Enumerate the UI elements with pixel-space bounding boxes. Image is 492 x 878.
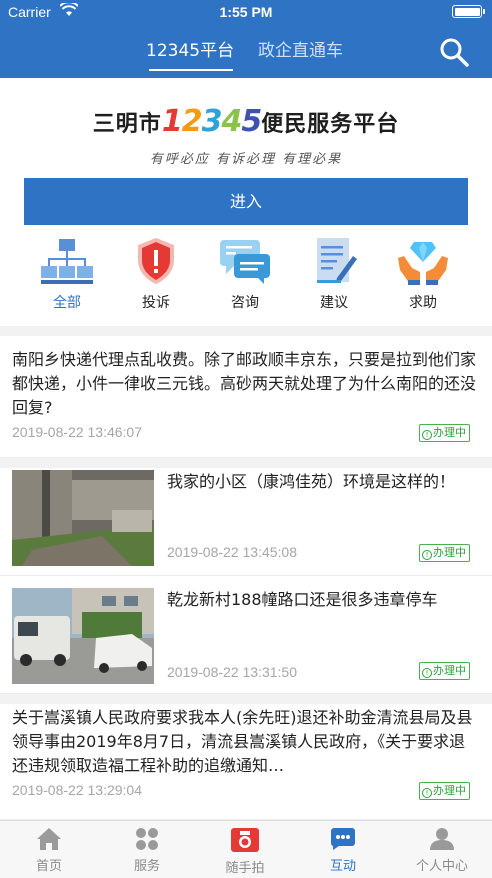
search-icon[interactable] [438,36,470,68]
feed-item-photo [12,470,154,566]
tab-12345[interactable]: 12345平台 [146,36,234,61]
clock-icon: ! [422,550,432,560]
nav-home[interactable]: 首页 [0,827,98,874]
feed-item-date: 2019-08-22 13:45:08 [167,544,297,560]
nav-interact[interactable]: 互动 [294,827,392,874]
battery-icon [452,5,485,18]
category-complaint[interactable]: 投诉 [121,236,191,312]
feed-item[interactable]: 乾龙新村188幢路口还是很多违章停车 2019-08-22 13:31:50 !… [0,576,492,694]
status-badge: ! 办理中 [419,544,470,562]
category-suggest[interactable]: 建议 [299,236,369,312]
feed-item-date: 2019-08-22 13:31:50 [167,664,297,680]
clock-icon: ! [422,430,432,440]
category-label: 咨询 [231,295,259,311]
app-header: Carrier 1:55 PM 12345平台 政企直通车 [0,0,492,78]
clock: 1:55 PM [219,4,273,20]
feed-item-text: 关于嵩溪镇人民政府要求我本人(余先旺)退还补助金清流县局及县领导事由2019年8… [12,708,473,775]
document-pen-icon [317,238,357,283]
nav-snapshot[interactable]: 随手拍 [196,827,294,876]
category-row: 全部 投诉 咨询 建议 求助 [0,236,492,316]
nav-service[interactable]: 服务 [98,827,196,874]
status-badge: ! 办理中 [419,662,470,680]
org-chart-icon [41,239,93,284]
section-divider [0,458,492,468]
status-badge: ! 办理中 [419,782,470,800]
status-badge: ! 办理中 [419,424,470,442]
feed-item[interactable]: 南阳乡快递代理点乱收费。除了邮政顺丰京东，只要是拉到他们家都快递，小件一律收三元… [0,336,492,458]
user-icon [430,828,454,850]
clock-icon: ! [422,668,432,678]
nav-profile[interactable]: 个人中心 [392,827,492,874]
feed-item-date: 2019-08-22 13:29:04 [12,782,142,798]
header-tabs: 12345平台 政企直通车 [0,36,492,71]
home-icon [37,828,61,850]
feed-item-text: 乾龙新村188幢路口还是很多违章停车 [167,590,438,609]
shield-alert-icon [138,238,174,284]
helping-hands-icon [398,242,448,285]
feed-item-text: 我家的小区（康鸿佳苑）环境是这样的！ [167,472,456,491]
category-label: 投诉 [142,295,170,311]
enter-button[interactable]: 进入 [24,178,468,225]
section-divider [0,694,492,704]
category-consult[interactable]: 咨询 [210,236,280,312]
feed-item-date: 2019-08-22 13:46:07 [12,424,142,440]
bottom-nav: 首页 服务 随手拍 互动 个人中心 [0,820,492,878]
feed-item[interactable]: 我家的小区（康鸿佳苑）环境是这样的！ 2019-08-22 13:45:08 !… [0,468,492,576]
feed-item[interactable]: 关于嵩溪镇人民政府要求我本人(余先旺)退还补助金清流县局及县领导事由2019年8… [0,704,492,820]
category-all[interactable]: 全部 [32,236,102,312]
chat-icon [330,828,355,850]
platform-title: 三明市12345便民服务平台 [92,104,400,139]
chat-bubbles-icon [220,240,270,284]
camera-icon [231,828,259,852]
feed-item-text: 南阳乡快递代理点乱收费。除了邮政顺丰京东，只要是拉到他们家都快递，小件一律收三元… [12,350,477,417]
section-divider [0,326,492,336]
platform-banner: 三明市12345便民服务平台 有呼必应 有诉必理 有理必果 [0,78,492,178]
category-label: 建议 [320,295,348,311]
grid-icon [136,828,158,850]
category-help[interactable]: 求助 [388,236,458,312]
category-label: 全部 [53,295,81,311]
clock-icon: ! [422,788,432,798]
feed-item-photo [12,588,154,684]
platform-slogan: 有呼必应 有诉必理 有理必果 [149,152,343,167]
category-label: 求助 [409,295,437,311]
tab-enterprise[interactable]: 政企直通车 [258,36,343,61]
status-bar: Carrier 1:55 PM [0,0,492,24]
active-tab-indicator [149,69,233,71]
